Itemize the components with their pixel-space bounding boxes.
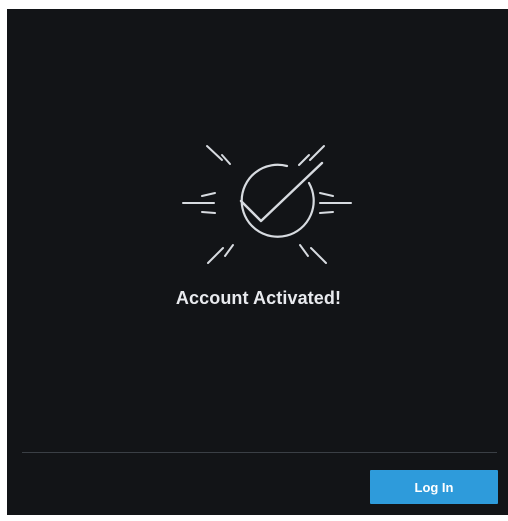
account-activated-dialog: Account Activated! Log In <box>7 9 508 515</box>
login-button[interactable]: Log In <box>370 470 498 504</box>
dialog-title: Account Activated! <box>175 288 342 308</box>
check-circle-burst-icon <box>181 143 353 267</box>
footer-divider <box>22 452 497 453</box>
